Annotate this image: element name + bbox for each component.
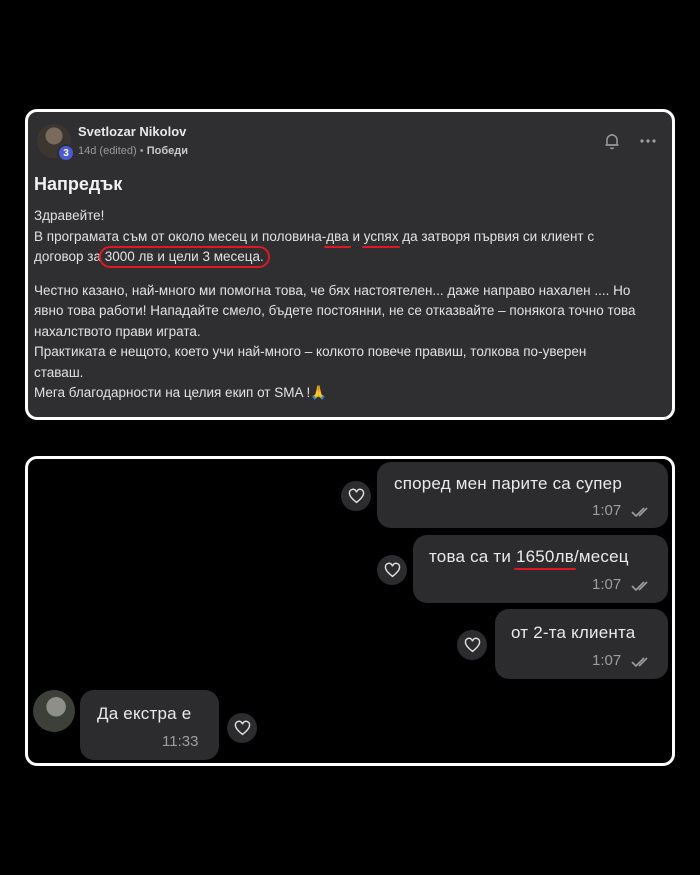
- message-text: Да екстра е: [97, 704, 192, 723]
- sent-message-bubble[interactable]: това са ти 1650лв/месец 1:07: [413, 535, 668, 603]
- message-time: 11:33: [162, 733, 199, 750]
- message-time: 1:07: [592, 502, 622, 519]
- read-ticks-icon: [631, 581, 648, 592]
- chat-screenshot: според мен парите са супер 1:07 това са …: [25, 456, 675, 766]
- text-segment: /месец: [573, 547, 629, 566]
- react-heart-button[interactable]: [227, 713, 257, 743]
- highlighted-amount: 1650лв: [515, 547, 574, 566]
- text-segment: договор за: [34, 249, 105, 264]
- post-line: ставаш.: [34, 364, 84, 380]
- meta-separator: •: [139, 145, 144, 157]
- post-category[interactable]: Победи: [147, 145, 188, 157]
- text-segment: В програмата съм от около месец и полови…: [34, 228, 327, 244]
- sent-message-bubble[interactable]: според мен парите са супер 1:07: [377, 462, 668, 528]
- message-text: това са ти 1650лв/месец: [429, 547, 629, 567]
- text-segment: да затворя първия си клиент с: [398, 228, 595, 244]
- community-post-card: 3 Svetlozar Nikolov 14d (edited) • Побед…: [25, 109, 675, 420]
- post-header: 3 Svetlozar Nikolov 14d (edited) • Побед…: [33, 120, 663, 162]
- react-heart-button[interactable]: [341, 481, 371, 511]
- level-badge: 3: [57, 144, 75, 162]
- react-heart-button[interactable]: [457, 630, 487, 660]
- message-text: от 2-та клиента: [511, 623, 636, 642]
- post-line: Мега благодарности на целия екип от SMA …: [34, 385, 328, 400]
- post-line: Практиката е нещото, което учи най-много…: [34, 344, 587, 359]
- author-name[interactable]: Svetlozar Nikolov: [78, 124, 186, 139]
- more-options-icon[interactable]: [639, 136, 657, 146]
- bell-icon[interactable]: [603, 132, 621, 150]
- heart-icon: [348, 488, 364, 504]
- post-line: нахалството прави играта.: [34, 323, 201, 339]
- post-line: явно това работи! Нападайте смело, бъдет…: [34, 303, 636, 318]
- highlighted-word: успях: [363, 228, 399, 244]
- post-title: Напредък: [34, 174, 123, 194]
- post-line: В програмата съм от около месец и полови…: [34, 227, 664, 248]
- message-time: 1:07: [592, 576, 622, 593]
- received-message-bubble[interactable]: Да екстра е 11:33: [80, 690, 219, 760]
- message-time: 1:07: [592, 652, 622, 669]
- post-line: Здравейте!: [34, 208, 105, 223]
- sent-message-bubble[interactable]: от 2-та клиента 1:07: [495, 609, 668, 679]
- post-body: Здравейте! В програмата съм от около мес…: [34, 206, 664, 404]
- circled-amount: 3000 лв и цели 3 месеца.: [104, 249, 264, 264]
- post-line: договор за 3000 лв и цели 3 месеца.: [34, 247, 664, 268]
- message-text: според мен парите са супер: [394, 474, 622, 493]
- react-heart-button[interactable]: [377, 555, 407, 585]
- text-segment: и: [348, 228, 364, 244]
- contact-avatar[interactable]: [33, 690, 75, 732]
- read-ticks-icon: [631, 657, 648, 668]
- post-meta: 14d (edited) • Победи: [78, 145, 188, 157]
- heart-icon: [384, 562, 400, 578]
- text-segment: това са ти: [429, 547, 516, 566]
- highlighted-word: два: [326, 228, 349, 244]
- post-age: 14d (edited): [78, 145, 137, 157]
- heart-icon: [464, 637, 480, 653]
- read-ticks-icon: [631, 507, 648, 518]
- post-line: Честно казано, най-много ми помогна това…: [34, 282, 631, 298]
- heart-icon: [234, 720, 250, 736]
